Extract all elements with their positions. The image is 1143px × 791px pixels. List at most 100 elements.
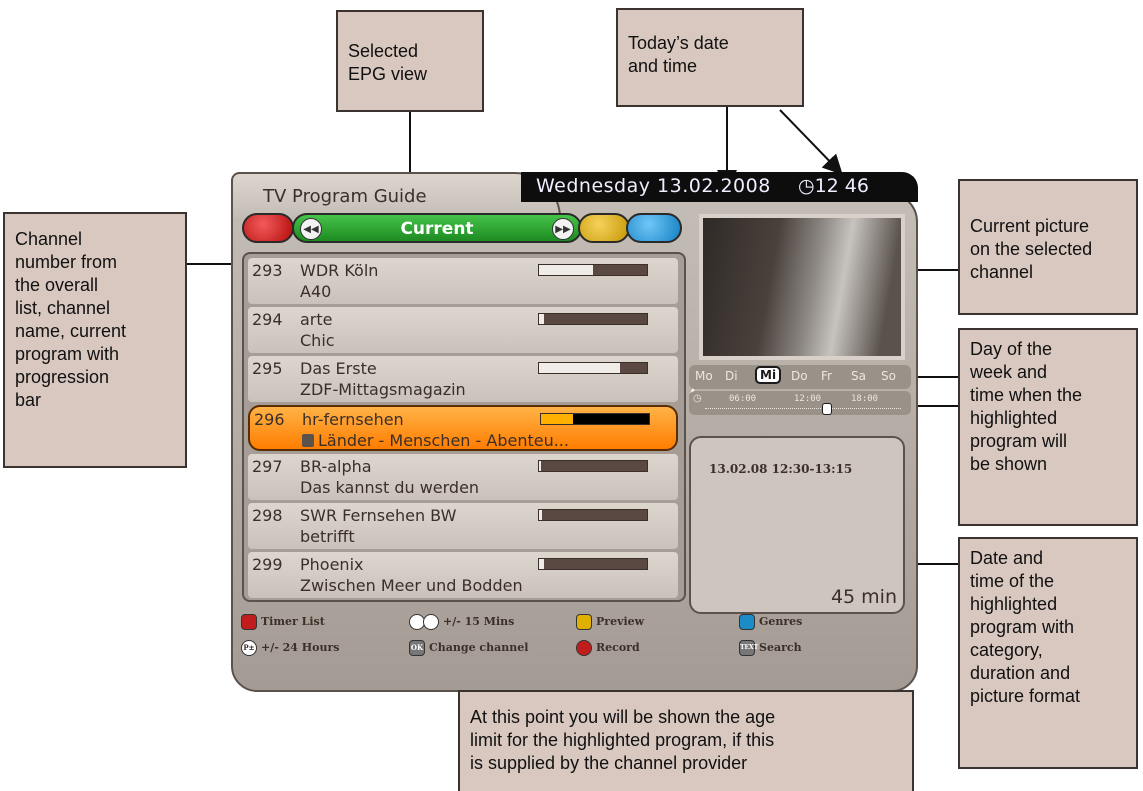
channel-number: 293 [252, 261, 283, 280]
channel-number: 299 [252, 555, 283, 574]
epg-title: TV Program Guide [263, 186, 427, 207]
channel-row-297[interactable]: 297 BR-alpha Das kannst du werden [248, 454, 678, 500]
channel-row-296[interactable]: 296 hr-fernsehen Länder - Menschen - Abent… [248, 405, 678, 451]
lock-icon [302, 434, 314, 447]
time-line [705, 408, 901, 410]
channel-name: SWR Fernsehen BW [300, 506, 457, 525]
channel-number: 298 [252, 506, 283, 525]
record-key-icon [576, 640, 592, 656]
callout-date-and-time: Date and time of the highlighted program… [958, 537, 1138, 769]
yellow-button[interactable] [578, 213, 630, 243]
program-title: A40 [300, 282, 332, 301]
clock-icon: ◷ [798, 175, 815, 197]
callout-current-picture: Current picture on the selected channel [958, 179, 1138, 315]
program-duration: 45 min [830, 586, 897, 608]
current-date: Wednesday 13.02.2008 [536, 175, 771, 197]
progress-fill [539, 314, 545, 324]
program-title: Länder - Menschen - Abenteu... [302, 431, 569, 450]
current-time: ◷12 46 [798, 175, 869, 197]
progress-fill [539, 461, 542, 471]
program-title: Chic [300, 331, 335, 350]
program-title: betrifft [300, 527, 355, 546]
progress-bar [538, 313, 648, 325]
legend-record: Record [576, 640, 640, 656]
progress-fill [539, 363, 620, 373]
channel-row-295[interactable]: 295 Das Erste ZDF-Mittagsmagazin [248, 356, 678, 402]
day-selector[interactable]: Mo Di Mi Do Fr Sa So [689, 365, 911, 389]
progress-bar [538, 558, 648, 570]
day-di[interactable]: Di [725, 369, 738, 383]
progress-fill [539, 559, 545, 569]
tv-screen: TV Program Guide Wednesday 13.02.2008 ◷1… [231, 172, 918, 692]
blue-key-icon [739, 614, 755, 630]
tick-1800: 18:00 [851, 394, 879, 404]
legend-genres: Genres [739, 614, 802, 630]
channel-row-293[interactable]: 293 WDR Köln A40 [248, 258, 678, 304]
legend-change-channel: OK Change channel [409, 640, 529, 656]
red-key-icon [241, 614, 257, 630]
day-mo[interactable]: Mo [695, 369, 713, 383]
progress-fill [541, 414, 574, 424]
program-title: Das kannst du werden [300, 478, 480, 497]
time-marker [822, 403, 832, 415]
progress-bar [538, 509, 648, 521]
epg-view-label: Current [400, 219, 474, 239]
program-title: Zwischen Meer und Bodden [300, 576, 523, 595]
p-key-icon: P± [241, 640, 257, 656]
progress-bar [540, 413, 650, 425]
channel-number: 297 [252, 457, 283, 476]
channel-name: arte [300, 310, 333, 329]
legend-hours: P± +/- 24 Hours [241, 640, 339, 656]
callout-day-of-week: Day of the week and time when the highli… [958, 328, 1138, 526]
forward-key-icon [423, 614, 439, 630]
channel-number: 295 [252, 359, 283, 378]
channel-row-298[interactable]: 298 SWR Fernsehen BW betrifft [248, 503, 678, 549]
progress-bar [538, 362, 648, 374]
clock-small-icon: ◷ [693, 393, 702, 404]
channel-name: Das Erste [300, 359, 377, 378]
callout-epg-view: Selected EPG view [336, 10, 484, 112]
day-mi[interactable]: Mi [755, 366, 782, 384]
channel-number: 294 [252, 310, 283, 329]
callout-age-limit: At this point you will be shown the age … [458, 690, 914, 791]
time-arrow [779, 109, 843, 175]
blue-button[interactable] [626, 213, 682, 243]
day-fr[interactable]: Fr [821, 369, 832, 383]
day-so[interactable]: So [881, 369, 896, 383]
text-key-icon: TEXT [739, 640, 758, 656]
channel-name: BR-alpha [300, 457, 372, 476]
progress-bar [538, 460, 648, 472]
channel-number: 296 [254, 410, 285, 429]
legend-timer-list: Timer List [241, 614, 325, 630]
clock-value: 12 46 [814, 175, 869, 197]
view-selector[interactable]: ◀◀ Current ▶▶ [292, 213, 582, 243]
callout-channel-number: Channel number from the overall list, ch… [3, 212, 187, 468]
progress-bar [538, 264, 648, 276]
program-date-time: 13.02.08 12:30-13:15 [709, 462, 853, 476]
ok-key-icon: OK [409, 640, 425, 656]
channel-row-299[interactable]: 299 Phoenix Zwischen Meer und Bodden [248, 552, 678, 598]
time-bar[interactable]: ◷ 06:00 12:00 18:00 [689, 391, 911, 415]
forward-icon[interactable]: ▶▶ [552, 218, 574, 240]
channel-name: Phoenix [300, 555, 364, 574]
channel-row-294[interactable]: 294 arte Chic [248, 307, 678, 353]
progress-fill [539, 510, 543, 520]
legend-mins: +/- 15 Mins [409, 614, 514, 630]
channel-name: WDR Köln [300, 261, 379, 280]
day-sa[interactable]: Sa [851, 369, 866, 383]
tick-1200: 12:00 [794, 394, 822, 404]
preview-image [703, 218, 901, 356]
progress-fill [539, 265, 593, 275]
color-button-bar: ◀◀ Current ▶▶ [242, 213, 686, 243]
channel-name: hr-fernsehen [302, 410, 404, 429]
day-do[interactable]: Do [791, 369, 808, 383]
title-tab: TV Program Guide [231, 172, 561, 218]
callout-date-time: Today’s date and time [616, 8, 804, 107]
legend-preview: Preview [576, 614, 644, 630]
channel-list: 293 WDR Köln A40 294 arte Chic 295 Das Erste ZDF… [242, 252, 686, 602]
red-button[interactable] [242, 213, 294, 243]
program-info: 13.02.08 12:30-13:15 45 min [689, 436, 905, 614]
yellow-key-icon [576, 614, 592, 630]
legend-search: TEXTSearch [739, 640, 802, 656]
channel-preview [699, 214, 905, 360]
